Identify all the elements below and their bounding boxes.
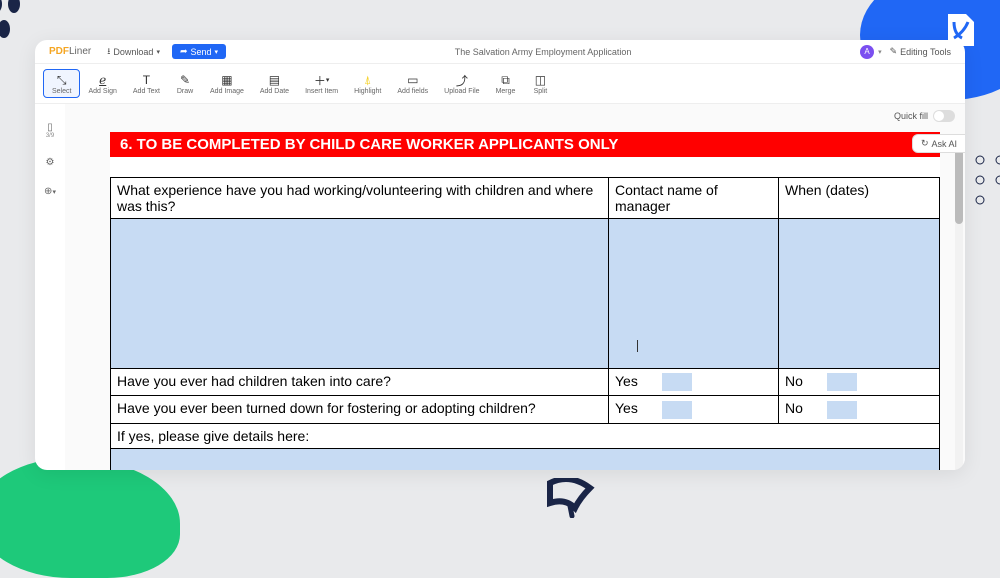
no-checkbox-field[interactable] bbox=[827, 401, 857, 419]
refresh-icon: ↻ bbox=[921, 138, 929, 149]
details-question: If yes, please give details here: bbox=[111, 423, 940, 448]
answer-no-cell: No bbox=[779, 396, 940, 423]
calendar-icon: ▤ bbox=[269, 72, 280, 88]
no-checkbox-field[interactable] bbox=[827, 373, 857, 391]
download-button[interactable]: ⭳ Download ▾ bbox=[99, 42, 168, 62]
zoom-icon: ⊕▾ bbox=[44, 186, 56, 197]
contact-field[interactable] bbox=[609, 219, 779, 369]
zoom-button[interactable]: ⊕▾ bbox=[44, 186, 56, 197]
chevron-down-icon[interactable]: ▾ bbox=[878, 48, 882, 56]
answer-no-cell: No bbox=[779, 369, 940, 396]
chevron-down-icon: ▾ bbox=[215, 48, 219, 56]
document-viewport[interactable]: Quick fill 6. TO BE COMPLETED BY CHILD C… bbox=[65, 104, 965, 470]
column-header-when: When (dates) bbox=[779, 178, 940, 219]
highlight-icon: ⍋ bbox=[364, 72, 371, 88]
form-table: What experience have you had working/vol… bbox=[110, 177, 940, 470]
page-icon: ▯ bbox=[47, 122, 53, 133]
pages-panel-button[interactable]: ▯ 3/9 bbox=[46, 122, 54, 139]
decoration-top-left bbox=[0, 0, 40, 60]
download-label: Download bbox=[113, 47, 153, 57]
when-field[interactable] bbox=[779, 219, 940, 369]
fields-icon: ▭ bbox=[407, 72, 418, 88]
tool-add-sign[interactable]: ℯ Add Sign bbox=[80, 70, 124, 97]
tool-highlight[interactable]: ⍋ Highlight bbox=[346, 70, 389, 97]
question-fostering: Have you ever been turned down for foste… bbox=[111, 396, 609, 423]
decoration-bottom-center bbox=[540, 478, 600, 518]
merge-icon: ⧉ bbox=[501, 72, 510, 88]
section-header: 6. TO BE COMPLETED BY CHILD CARE WORKER … bbox=[110, 132, 940, 157]
tool-draw[interactable]: ✎ Draw bbox=[168, 70, 202, 97]
tool-select[interactable]: ⤡ Select bbox=[43, 69, 80, 98]
decoration-bottom-left bbox=[0, 458, 180, 578]
document-title: The Salvation Army Employment Applicatio… bbox=[226, 47, 860, 57]
quick-fill-toggle[interactable]: Quick fill bbox=[894, 110, 955, 122]
send-label: Send bbox=[191, 47, 212, 57]
split-icon: ◫ bbox=[535, 72, 546, 88]
content-area: ▯ 3/9 ⚙ ⊕▾ Quick fill 6. TO BE COMPLETED… bbox=[35, 104, 965, 470]
details-field[interactable] bbox=[111, 448, 940, 470]
column-header-contact: Contact name of manager bbox=[609, 178, 779, 219]
pdf-editor-app: PDFLiner ⭳ Download ▾ ➦ Send ▾ The Salva… bbox=[35, 40, 965, 470]
top-bar: PDFLiner ⭳ Download ▾ ➦ Send ▾ The Salva… bbox=[35, 40, 965, 64]
quick-fill-label: Quick fill bbox=[894, 111, 928, 121]
text-cursor bbox=[637, 340, 638, 352]
user-avatar[interactable]: A bbox=[860, 45, 874, 59]
send-button[interactable]: ➦ Send ▾ bbox=[172, 44, 226, 59]
toolbar: ⤡ Select ℯ Add Sign T Add Text ✎ Draw ▦ … bbox=[35, 64, 965, 104]
page-count: 3/9 bbox=[46, 133, 54, 139]
answer-yes-cell: Yes bbox=[609, 369, 779, 396]
plus-icon: ＋▾ bbox=[314, 72, 330, 88]
sign-icon: ℯ bbox=[99, 72, 106, 88]
answer-yes-cell: Yes bbox=[609, 396, 779, 423]
document-page: 6. TO BE COMPLETED BY CHILD CARE WORKER … bbox=[110, 132, 940, 470]
tool-add-date[interactable]: ▤ Add Date bbox=[252, 70, 297, 97]
ask-ai-button[interactable]: ↻ Ask AI bbox=[912, 134, 965, 153]
column-header-experience: What experience have you had working/vol… bbox=[111, 178, 609, 219]
toggle-switch[interactable] bbox=[933, 110, 955, 122]
yes-checkbox-field[interactable] bbox=[662, 401, 692, 419]
image-icon: ▦ bbox=[221, 72, 232, 88]
logo: PDFLiner bbox=[49, 46, 91, 57]
tool-split[interactable]: ◫ Split bbox=[523, 70, 557, 97]
draw-icon: ✎ bbox=[180, 72, 190, 88]
cursor-icon: ⤡ bbox=[57, 72, 67, 88]
download-icon: ⭳ bbox=[107, 44, 110, 60]
tool-insert-item[interactable]: ＋▾ Insert Item bbox=[297, 70, 346, 97]
ask-ai-label: Ask AI bbox=[931, 139, 957, 149]
chevron-down-icon: ▾ bbox=[156, 48, 160, 56]
settings-button[interactable]: ⚙ bbox=[46, 157, 55, 168]
experience-field[interactable] bbox=[111, 219, 609, 369]
left-sidebar: ▯ 3/9 ⚙ ⊕▾ bbox=[35, 104, 65, 470]
tool-merge[interactable]: ⧉ Merge bbox=[488, 70, 524, 97]
yes-checkbox-field[interactable] bbox=[662, 373, 692, 391]
text-icon: T bbox=[143, 72, 150, 88]
question-children-care: Have you ever had children taken into ca… bbox=[111, 369, 609, 396]
tool-add-fields[interactable]: ▭ Add fields bbox=[389, 70, 436, 97]
pdf-app-icon bbox=[940, 10, 980, 50]
tool-add-image[interactable]: ▦ Add Image bbox=[202, 70, 252, 97]
send-icon: ➦ bbox=[180, 46, 188, 57]
tool-upload-file[interactable]: ⤴ Upload File bbox=[436, 70, 487, 97]
tool-add-text[interactable]: T Add Text bbox=[125, 70, 168, 97]
gear-icon: ⚙ bbox=[46, 157, 55, 168]
pencil-icon: ✎ bbox=[890, 46, 898, 57]
vertical-scrollbar[interactable] bbox=[955, 134, 963, 470]
upload-icon: ⤴ bbox=[456, 72, 468, 88]
